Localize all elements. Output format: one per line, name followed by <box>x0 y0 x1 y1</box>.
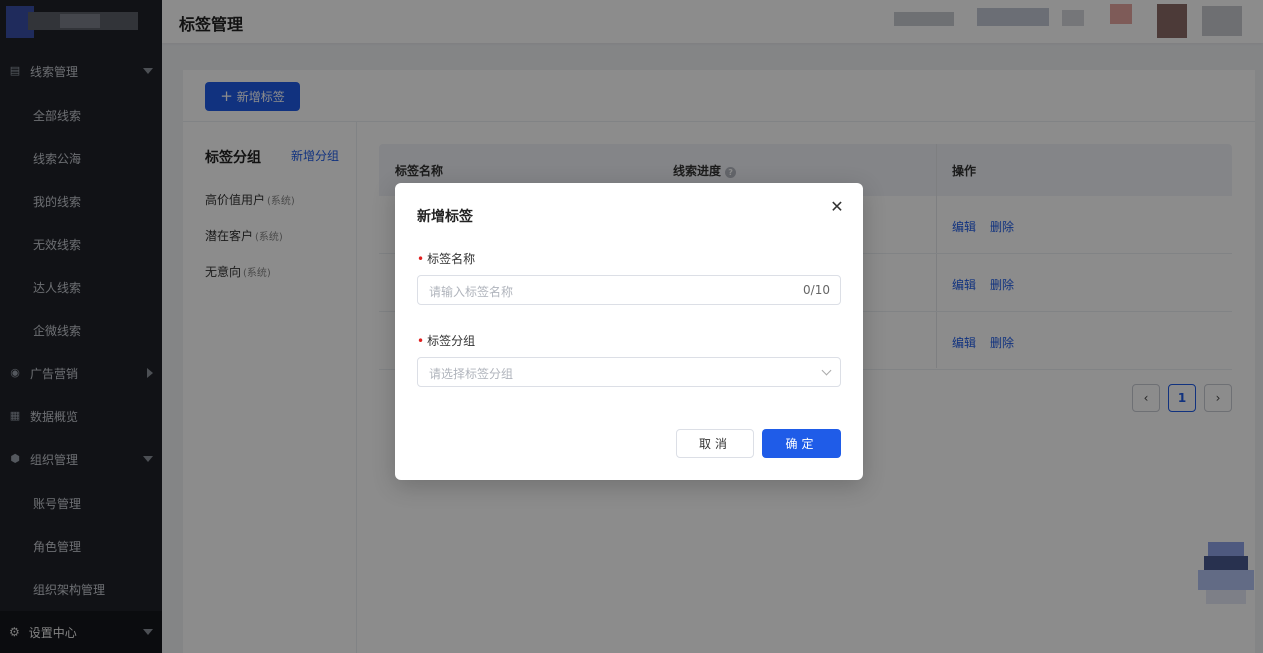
tag-name-placeholder: 请输入标签名称 <box>429 285 514 299</box>
tag-name-label: • 标签名称 <box>417 252 476 266</box>
required-marker: • <box>417 252 425 266</box>
tag-group-select[interactable]: 请选择标签分组 <box>417 357 841 387</box>
char-counter: 0/10 <box>803 283 830 297</box>
confirm-button[interactable]: 确定 <box>762 429 841 458</box>
tag-name-input[interactable]: 请输入标签名称 0/10 <box>417 275 841 305</box>
chevron-down-icon <box>821 365 832 376</box>
required-marker: • <box>417 334 425 348</box>
add-tag-dialog: 新增标签 ✕ • 标签名称 请输入标签名称 0/10 • 标签分组 请选择标签分组 … <box>395 183 863 480</box>
tag-group-placeholder: 请选择标签分组 <box>429 367 514 381</box>
dialog-title: 新增标签 <box>417 209 473 225</box>
close-icon[interactable]: ✕ <box>828 198 846 216</box>
cancel-button[interactable]: 取消 <box>676 429 754 458</box>
tag-group-label: • 标签分组 <box>417 334 476 348</box>
